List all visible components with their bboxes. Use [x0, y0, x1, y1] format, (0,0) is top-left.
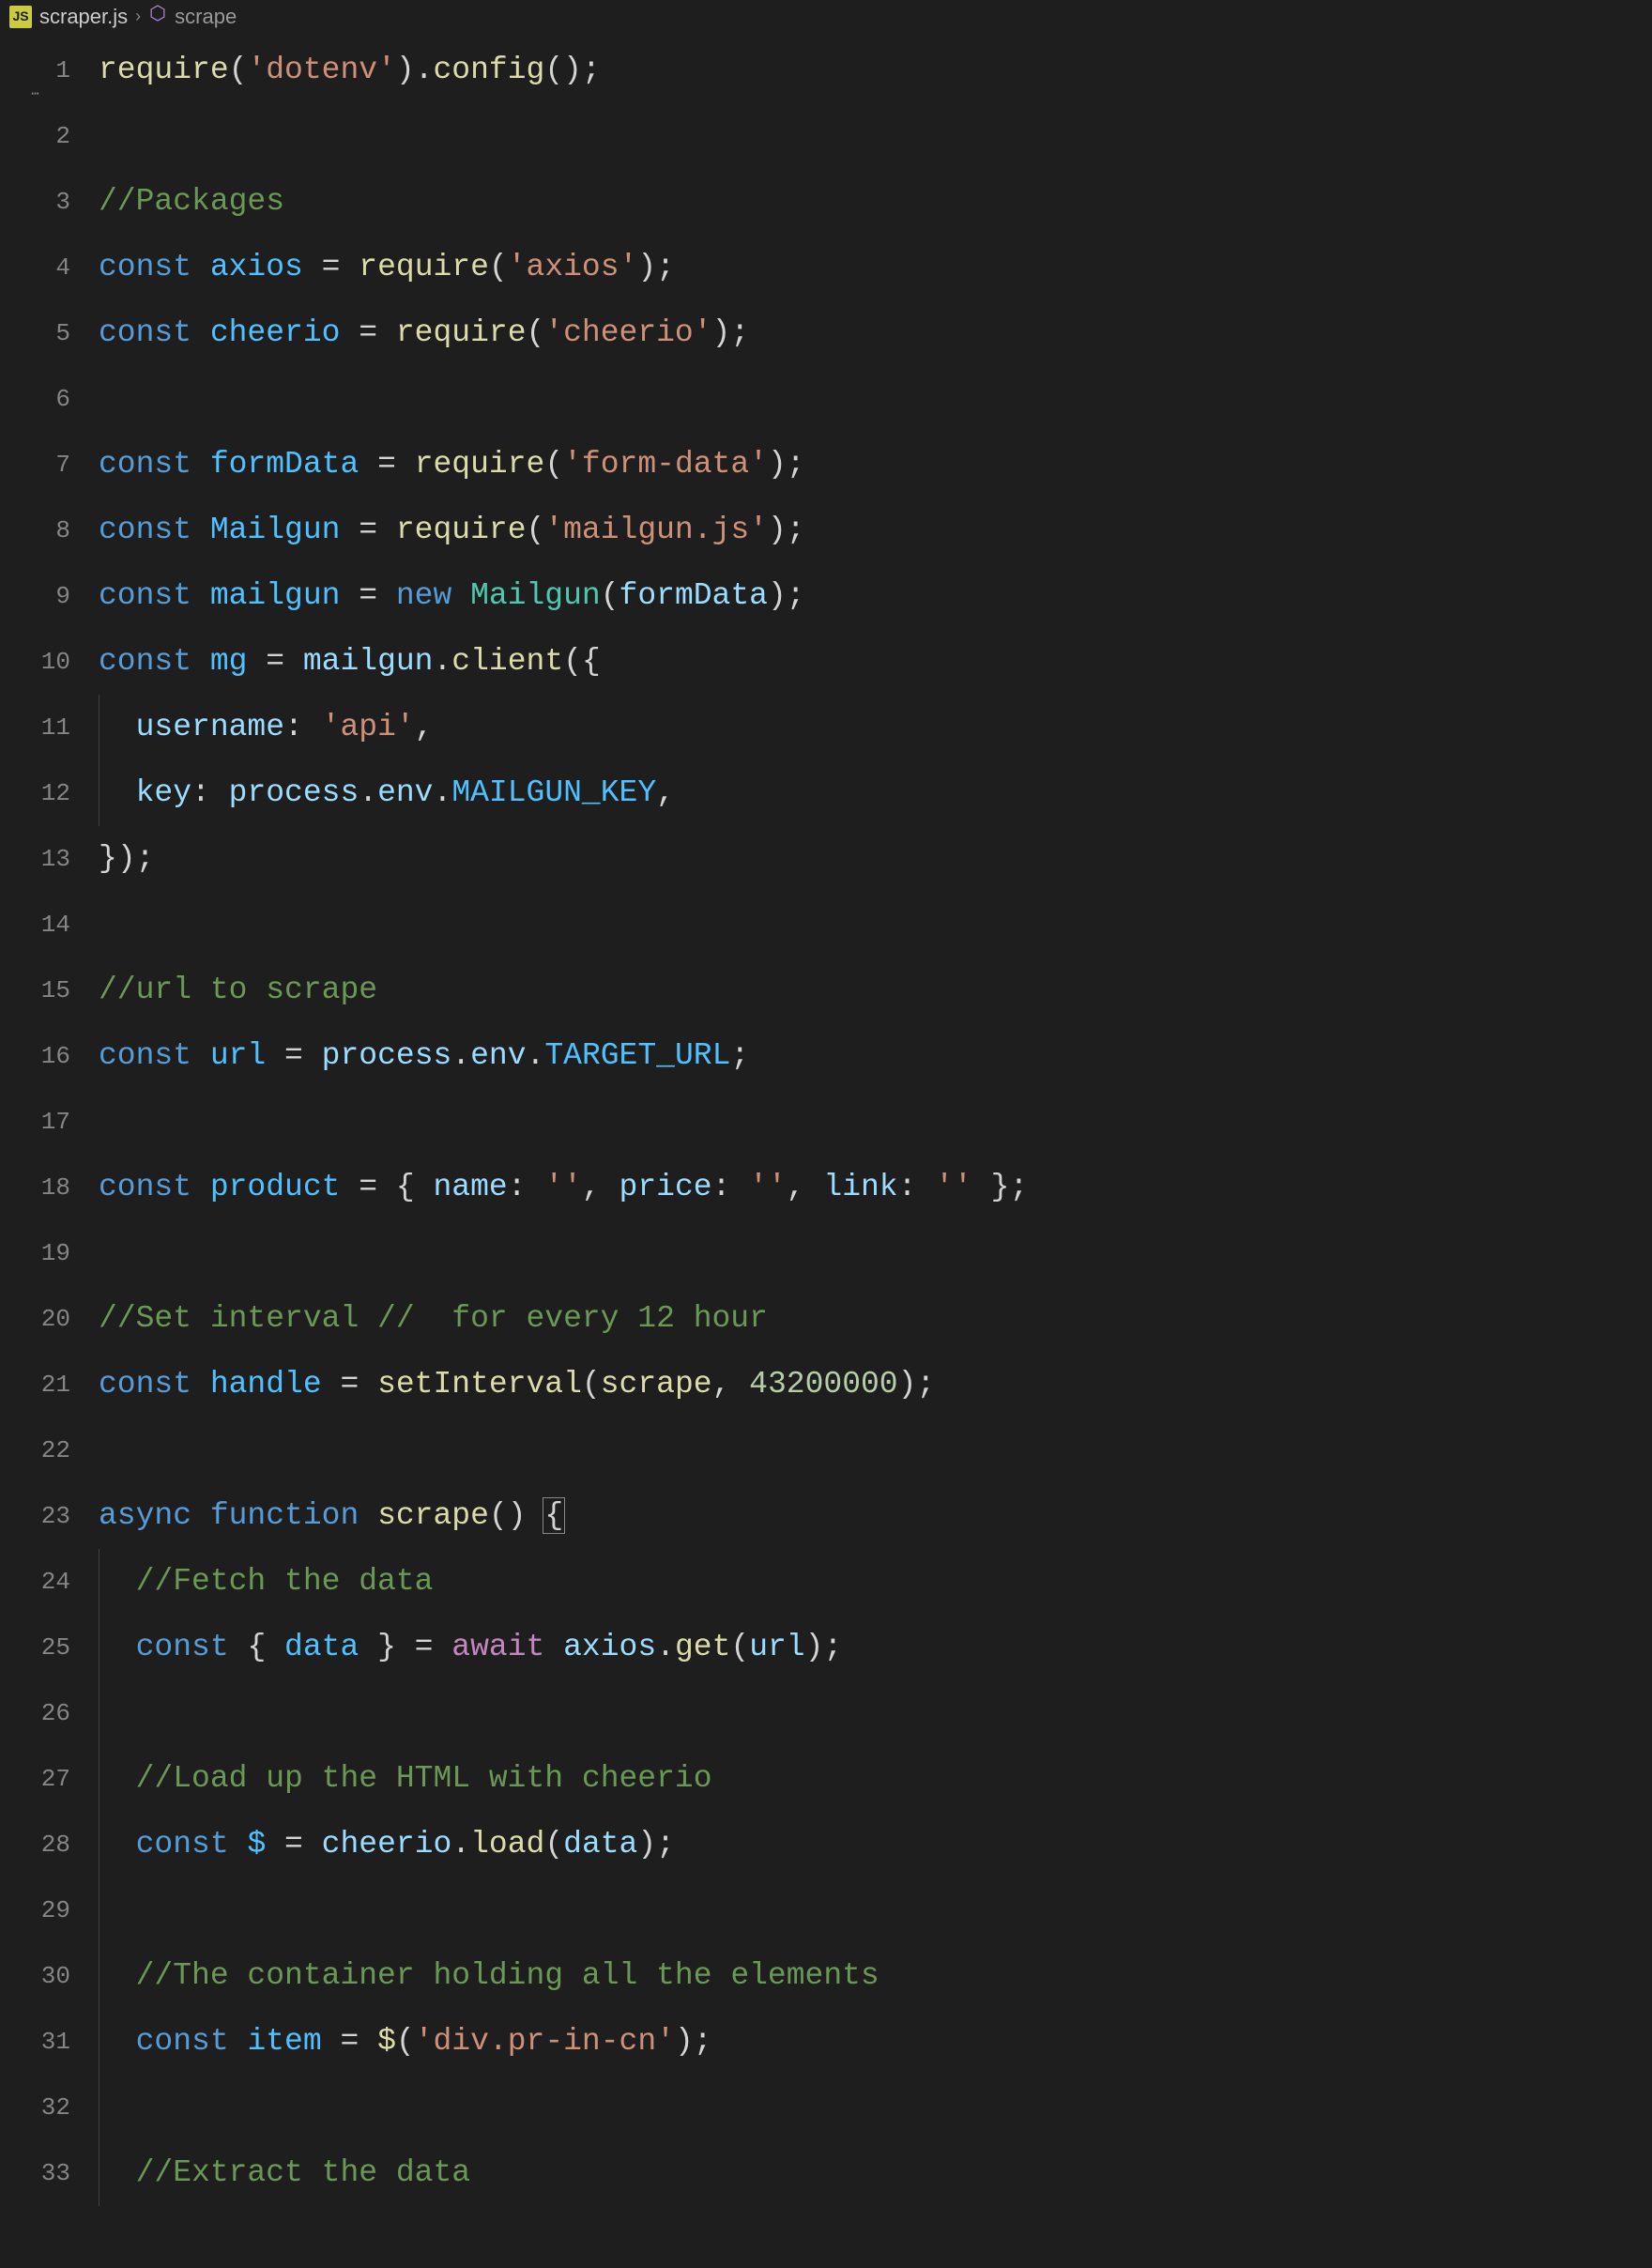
- line-number: 32: [0, 2075, 70, 2140]
- line-number: 7: [0, 432, 70, 498]
- line-number: 12: [0, 760, 70, 826]
- line-number: 9: [0, 563, 70, 629]
- line-number: 31: [0, 2009, 70, 2075]
- line-number: 22: [0, 1418, 70, 1483]
- line-number: 19: [0, 1220, 70, 1286]
- code-line[interactable]: const item = $('div.pr-in-cn');: [99, 2009, 1652, 2075]
- line-number: 17: [0, 1089, 70, 1155]
- code-line[interactable]: [99, 2075, 1652, 2140]
- line-number: 10: [0, 629, 70, 695]
- js-file-icon: JS: [9, 6, 32, 28]
- code-line[interactable]: const { data } = await axios.get(url);: [99, 1615, 1652, 1680]
- line-number-gutter: 1 ⋯ 2 3 4 5 6 7 8 9 10 11 12 13 14 15 16…: [0, 38, 99, 2206]
- code-line[interactable]: const axios = require('axios');: [99, 235, 1652, 300]
- code-line[interactable]: const handle = setInterval(scrape, 43200…: [99, 1352, 1652, 1418]
- code-line[interactable]: require('dotenv').config();: [99, 38, 1652, 103]
- code-line[interactable]: [99, 1089, 1652, 1155]
- line-number: 26: [0, 1680, 70, 1746]
- line-number: 8: [0, 498, 70, 563]
- line-number: 21: [0, 1352, 70, 1418]
- line-number: 6: [0, 366, 70, 432]
- code-line[interactable]: username: 'api',: [99, 695, 1652, 760]
- code-line[interactable]: const $ = cheerio.load(data);: [99, 1812, 1652, 1877]
- code-line[interactable]: const mg = mailgun.client({: [99, 629, 1652, 695]
- line-number: 29: [0, 1877, 70, 1943]
- code-line[interactable]: //Extract the data: [99, 2140, 1652, 2206]
- code-line[interactable]: [99, 1877, 1652, 1943]
- code-editor[interactable]: 1 ⋯ 2 3 4 5 6 7 8 9 10 11 12 13 14 15 16…: [0, 34, 1652, 2206]
- line-number: 23: [0, 1483, 70, 1549]
- code-line[interactable]: [99, 103, 1652, 169]
- code-line[interactable]: [99, 1418, 1652, 1483]
- line-number: 15: [0, 958, 70, 1023]
- code-line[interactable]: //Load up the HTML with cheerio: [99, 1746, 1652, 1812]
- line-number: 11: [0, 695, 70, 760]
- code-line[interactable]: const product = { name: '', price: '', l…: [99, 1155, 1652, 1220]
- code-line[interactable]: [99, 892, 1652, 958]
- line-number: 5: [0, 300, 70, 366]
- line-number: 20: [0, 1286, 70, 1352]
- line-number: 2: [0, 103, 70, 169]
- code-line[interactable]: //Packages: [99, 169, 1652, 235]
- line-number: 30: [0, 1943, 70, 2009]
- line-number: 25: [0, 1615, 70, 1680]
- code-line[interactable]: const cheerio = require('cheerio');: [99, 300, 1652, 366]
- chevron-right-icon: ›: [135, 5, 141, 28]
- code-line[interactable]: const mailgun = new Mailgun(formData);: [99, 563, 1652, 629]
- line-number: 27: [0, 1746, 70, 1812]
- code-line[interactable]: //The container holding all the elements: [99, 1943, 1652, 2009]
- line-number: 13: [0, 826, 70, 892]
- line-number: 24: [0, 1549, 70, 1615]
- breadcrumb: JS scraper.js › scrape: [0, 0, 1652, 34]
- code-line[interactable]: const formData = require('form-data');: [99, 432, 1652, 498]
- code-line[interactable]: [99, 1680, 1652, 1746]
- code-line[interactable]: [99, 1220, 1652, 1286]
- code-line[interactable]: const Mailgun = require('mailgun.js');: [99, 498, 1652, 563]
- code-line[interactable]: //url to scrape: [99, 958, 1652, 1023]
- line-number: 3: [0, 169, 70, 235]
- code-line[interactable]: [99, 366, 1652, 432]
- code-line[interactable]: });: [99, 826, 1652, 892]
- line-number: 18: [0, 1155, 70, 1220]
- code-line[interactable]: async function scrape() {: [99, 1483, 1652, 1549]
- breadcrumb-file[interactable]: scraper.js: [39, 3, 128, 32]
- line-number: 14: [0, 892, 70, 958]
- line-number: 16: [0, 1023, 70, 1089]
- code-line[interactable]: key: process.env.MAILGUN_KEY,: [99, 760, 1652, 826]
- code-line[interactable]: //Fetch the data: [99, 1549, 1652, 1615]
- breadcrumb-symbol[interactable]: scrape: [175, 3, 237, 32]
- line-number: 28: [0, 1812, 70, 1877]
- code-line[interactable]: const url = process.env.TARGET_URL;: [99, 1023, 1652, 1089]
- code-line[interactable]: //Set interval // for every 12 hour: [99, 1286, 1652, 1352]
- line-number: 33: [0, 2140, 70, 2206]
- symbol-method-icon: [148, 4, 167, 30]
- code-content[interactable]: require('dotenv').config(); //Packages c…: [99, 38, 1652, 2206]
- line-number: 4: [0, 235, 70, 300]
